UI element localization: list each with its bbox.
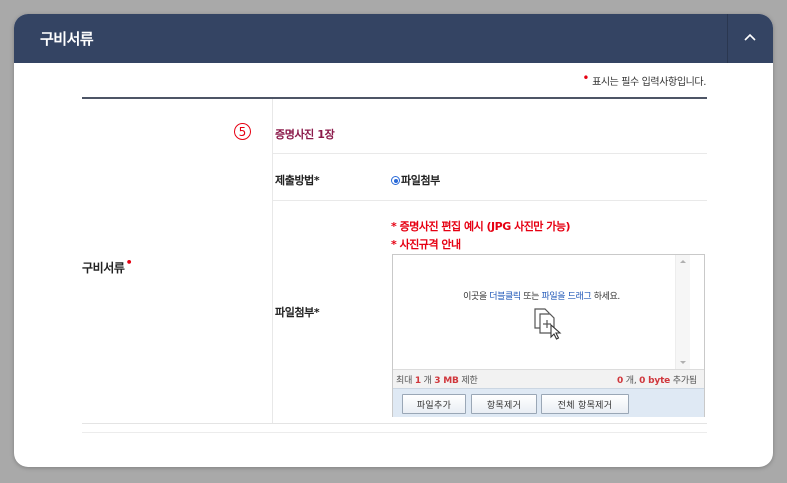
status-text-part: 개, [623,376,640,386]
panel-title: 구비서류 [40,30,94,48]
item-title: 증명사진 1장 [275,128,335,141]
panel-header: 구비서류 [14,14,773,63]
section-label: 구비서류• [82,256,133,276]
drop-text-part: 또는 [520,292,542,302]
radio-selected-icon[interactable] [391,176,400,185]
attach-label: 파일첨부* [275,306,320,319]
drop-text-part: 하세요. [591,292,621,302]
file-uploader: 이곳을 더블클릭 또는 파일을 드래그 하세요. 최대 1 개 3 MB 제한 … [392,254,705,417]
photo-example-link[interactable]: * 증명사진 편집 예시 (JPG 사진만 가능) [391,218,571,234]
upload-limit-text: 최대 1 개 3 MB 제한 [396,373,478,386]
limit-text-part: 제한 [458,376,478,386]
collapse-button[interactable] [727,14,773,63]
item-number-badge: 5 [234,123,251,140]
upload-status-text: 0 개, 0 byte 추가됨 [617,373,697,386]
limit-text-part: 개 [420,376,435,386]
drop-text-doubleclick: 더블클릭 [489,292,521,302]
scroll-up-arrow-icon[interactable] [680,260,686,263]
status-text-part: 추가됨 [670,376,697,386]
file-drop-zone[interactable]: 이곳을 더블클릭 또는 파일을 드래그 하세요. [393,255,690,369]
chevron-up-icon [744,33,756,41]
remove-item-button[interactable]: 항목제거 [471,394,537,414]
drop-text-drag: 파일을 드래그 [541,292,592,302]
drop-zone-scrollbar[interactable] [675,255,690,369]
method-label: 제출방법* [275,174,320,187]
status-added-size: 0 byte [639,376,671,386]
required-dot: • [582,71,590,85]
uploader-button-bar: 파일추가 항목제거 전체 항목제거 [393,388,704,417]
documents-panel: 구비서류 • 표시는 필수 입력사항입니다. 구비서류• 5 증명사진 1장 제출… [14,14,773,467]
upload-info-bar: 최대 1 개 3 MB 제한 0 개, 0 byte 추가됨 [393,369,704,388]
form-top-rule [82,97,707,99]
drop-zone-text: 이곳을 더블클릭 또는 파일을 드래그 하세요. [393,289,690,302]
photo-spec-link[interactable]: * 사진규격 안내 [391,236,461,252]
remove-all-items-button[interactable]: 전체 항목제거 [541,394,629,414]
add-file-button[interactable]: 파일추가 [402,394,466,414]
file-add-icon [534,308,562,340]
form-bottom-rule [82,423,707,424]
column-divider [272,99,273,423]
drop-text-part: 이곳을 [463,292,490,302]
required-note: • 표시는 필수 입력사항입니다. [582,71,706,88]
method-radio-file[interactable]: 파일첨부 [391,172,440,188]
limit-text-part: 최대 [396,376,415,386]
section-label-text: 구비서류 [82,261,125,275]
section-required-dot: • [125,256,133,269]
scroll-down-arrow-icon[interactable] [680,361,686,364]
form-bottom-rule [82,432,707,433]
limit-max-size: 3 MB [434,376,459,386]
method-option-label: 파일첨부 [401,174,440,187]
row-separator [273,200,707,201]
row-separator [273,153,707,154]
required-note-text: 표시는 필수 입력사항입니다. [592,77,706,88]
